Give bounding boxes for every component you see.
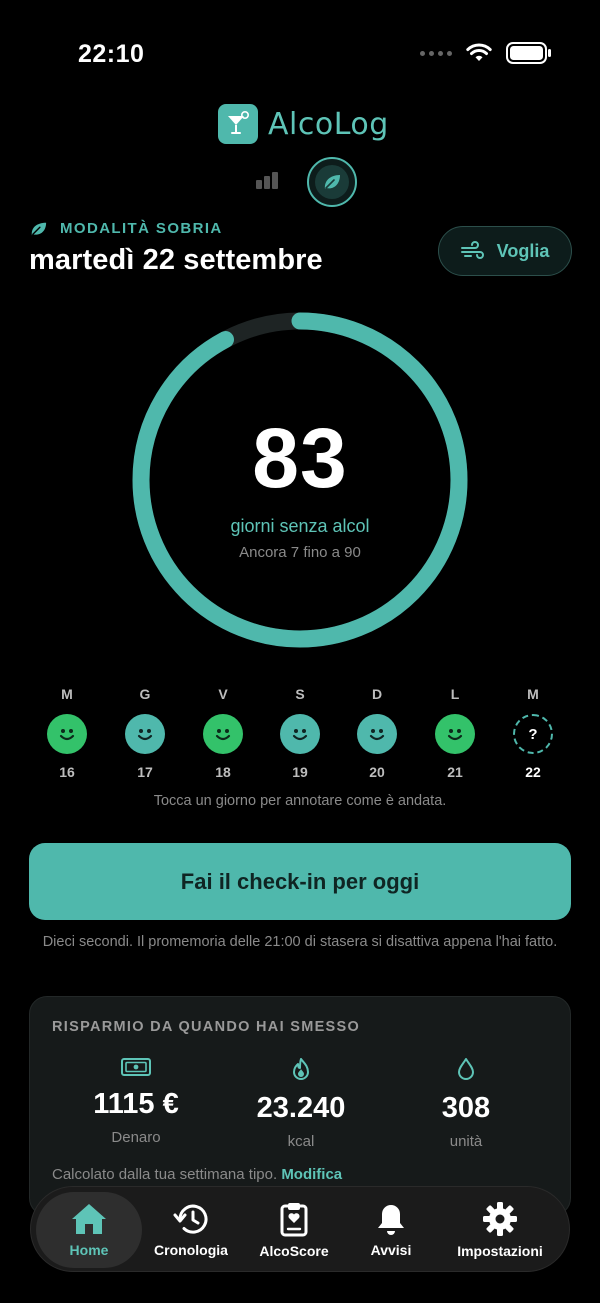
tab-bar: Home Cronologia AlcoScore Avvisi Imposta… xyxy=(30,1186,570,1272)
day-letter: M xyxy=(527,686,539,702)
edit-link[interactable]: Modifica xyxy=(281,1166,342,1183)
savings-note-text: Calcolato dalla tua settimana tipo. xyxy=(52,1166,278,1183)
money-label: Denaro xyxy=(111,1129,161,1146)
day-number: 19 xyxy=(292,764,308,780)
wifi-icon xyxy=(466,43,492,61)
status-bar: 22:10 xyxy=(0,0,600,100)
kcal-value: 23.240 xyxy=(256,1092,346,1124)
tab-impostazioni[interactable]: Impostazioni xyxy=(441,1187,559,1273)
day-item[interactable]: M 16 xyxy=(28,686,106,780)
day-item[interactable]: S 19 xyxy=(261,686,339,780)
week-hint: Tocca un giorno per annotare come è anda… xyxy=(153,793,447,809)
day-letter: D xyxy=(371,686,383,702)
history-icon xyxy=(173,1204,208,1234)
streak-sub: Ancora 7 fino a 90 xyxy=(239,544,361,561)
savings-money: 1115 € Denaro xyxy=(51,1057,221,1146)
mode-label-text: MODALITÀ SOBRIA xyxy=(60,220,223,237)
cocktail-icon xyxy=(218,104,258,144)
cellular-signal-icon xyxy=(420,50,452,56)
day-letter: M xyxy=(61,686,73,702)
tab-home[interactable]: Home xyxy=(36,1192,142,1268)
unknown-mood-icon: ? xyxy=(513,714,553,754)
tab-label: Home xyxy=(69,1242,109,1258)
sober-mode-button[interactable] xyxy=(307,157,357,207)
stats-mode-icon[interactable] xyxy=(256,171,280,189)
gear-icon xyxy=(483,1202,517,1236)
day-number: 20 xyxy=(369,764,385,780)
day-letter: L xyxy=(450,686,460,702)
checkin-hint: Dieci secondi. Il promemoria delle 21:00… xyxy=(42,934,558,950)
smiley-icon xyxy=(203,714,243,754)
smiley-icon xyxy=(435,714,475,754)
savings-kcal: 23.240 kcal xyxy=(216,1057,386,1150)
day-item[interactable]: V 18 xyxy=(184,686,262,780)
streak-label: giorni senza alcol xyxy=(230,516,370,536)
week-strip: M 16 G 17 V 18 S 19 D 20 L 21 M ? 22 xyxy=(28,686,572,786)
kcal-label: kcal xyxy=(287,1133,315,1150)
day-number: 16 xyxy=(59,764,75,780)
mode-switch xyxy=(0,157,600,207)
savings-title: RISPARMIO DA QUANDO HAI SMESSO xyxy=(52,1019,361,1035)
day-item[interactable]: D 20 xyxy=(338,686,416,780)
savings-note: Calcolato dalla tua settimana tipo. Modi… xyxy=(52,1166,342,1183)
wind-icon xyxy=(460,241,484,259)
day-item-today[interactable]: M ? 22 xyxy=(494,686,572,780)
status-icons xyxy=(420,42,552,64)
tab-label: Cronologia xyxy=(154,1242,228,1258)
day-number: 17 xyxy=(137,764,153,780)
leaf-icon xyxy=(324,175,340,189)
bell-icon xyxy=(378,1205,404,1235)
droplet-icon xyxy=(458,1058,474,1080)
smiley-icon xyxy=(47,714,87,754)
banknote-icon xyxy=(121,1058,151,1076)
tab-label: Impostazioni xyxy=(457,1243,543,1259)
tab-avvisi[interactable]: Avvisi xyxy=(344,1187,438,1273)
tab-alcoscore[interactable]: AlcoScore xyxy=(244,1187,344,1273)
day-letter: S xyxy=(295,686,305,702)
status-time: 22:10 xyxy=(78,40,145,68)
tab-label: AlcoScore xyxy=(259,1243,329,1259)
smiley-icon xyxy=(357,714,397,754)
battery-icon xyxy=(506,42,551,64)
smiley-icon xyxy=(125,714,165,754)
units-label: unità xyxy=(449,1133,483,1150)
day-letter: G xyxy=(139,686,151,702)
app-name: AlcoLog xyxy=(268,106,389,142)
app-logo: AlcoLog xyxy=(218,104,389,144)
craving-button-label: Voglia xyxy=(496,240,550,261)
mode-label: MODALITÀ SOBRIA xyxy=(30,220,223,237)
tab-label: Avvisi xyxy=(370,1242,412,1258)
savings-units: 308 unità xyxy=(381,1057,551,1150)
leaf-icon xyxy=(31,222,47,235)
flame-icon xyxy=(293,1058,309,1080)
checkin-button-label: Fai il check-in per oggi xyxy=(180,868,420,894)
day-item[interactable]: G 17 xyxy=(106,686,184,780)
home-icon xyxy=(72,1204,106,1234)
day-number: 21 xyxy=(447,764,463,780)
smiley-icon xyxy=(280,714,320,754)
units-value: 308 xyxy=(441,1092,491,1124)
savings-card: RISPARMIO DA QUANDO HAI SMESSO 1115 € De… xyxy=(29,996,571,1216)
day-letter: V xyxy=(218,686,228,702)
clipboard-heart-icon xyxy=(280,1203,308,1237)
money-value: 1115 € xyxy=(93,1088,179,1120)
day-number: 22 xyxy=(525,764,541,780)
day-number: 18 xyxy=(215,764,231,780)
checkin-button[interactable]: Fai il check-in per oggi xyxy=(29,843,571,920)
tab-cronologia[interactable]: Cronologia xyxy=(141,1187,241,1273)
day-item[interactable]: L 21 xyxy=(416,686,494,780)
page-title: martedì 22 settembre xyxy=(29,244,323,276)
craving-button[interactable]: Voglia xyxy=(438,226,572,276)
streak-days: 83 xyxy=(252,411,348,505)
